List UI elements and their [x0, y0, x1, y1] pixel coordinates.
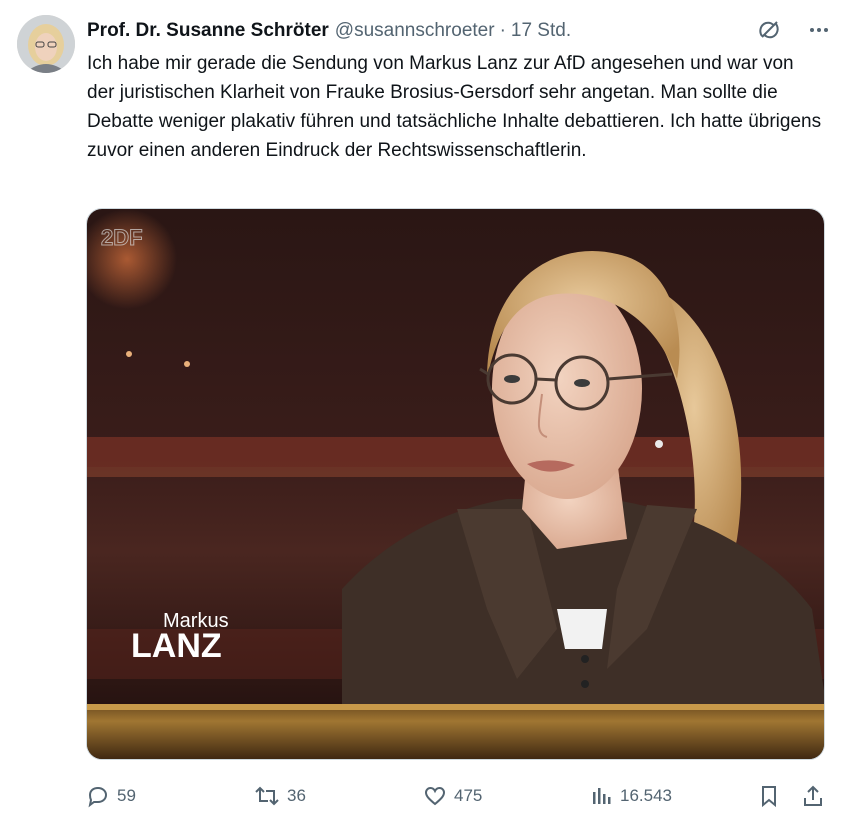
analytics-icon: [593, 788, 611, 804]
grok-icon[interactable]: [756, 17, 782, 43]
bookmark-button[interactable]: [758, 781, 780, 811]
share-button[interactable]: [802, 781, 824, 811]
channel-logo: 2DF: [101, 225, 143, 250]
tweet-actions: 59 36 475 16.543: [86, 781, 826, 811]
retweet-button[interactable]: 36: [254, 781, 306, 811]
tweet-header: Prof. Dr. Susanne Schröter @susannschroe…: [87, 18, 571, 44]
reply-icon: [88, 786, 108, 808]
heart-icon: [424, 786, 446, 806]
reply-count: 59: [117, 786, 136, 805]
views-button[interactable]: 16.543: [591, 781, 672, 811]
retweet-count: 36: [287, 786, 306, 805]
like-count: 475: [454, 786, 483, 805]
avatar[interactable]: [17, 15, 75, 73]
tweet-card[interactable]: Prof. Dr. Susanne Schröter @susannschroe…: [0, 0, 852, 835]
author-handle[interactable]: @susannschroeter: [335, 20, 495, 42]
view-count: 16.543: [620, 786, 672, 805]
tweet-media-image[interactable]: 2DF Markus LANZ: [86, 208, 825, 760]
author-name[interactable]: Prof. Dr. Susanne Schröter: [87, 20, 329, 42]
tweet-time[interactable]: 17 Std.: [511, 20, 571, 42]
share-icon: [804, 785, 822, 806]
reply-button[interactable]: 59: [86, 781, 136, 811]
like-button[interactable]: 475: [423, 781, 482, 811]
tweet-text: Ich habe mir gerade die Sendung von Mark…: [87, 53, 822, 161]
separator: ·: [499, 20, 506, 41]
bookmark-icon: [762, 786, 776, 808]
retweet-icon: [255, 786, 279, 806]
show-name-bottom: LANZ: [131, 627, 222, 665]
more-icon[interactable]: [806, 17, 832, 43]
tweet-top-actions: [756, 17, 832, 43]
